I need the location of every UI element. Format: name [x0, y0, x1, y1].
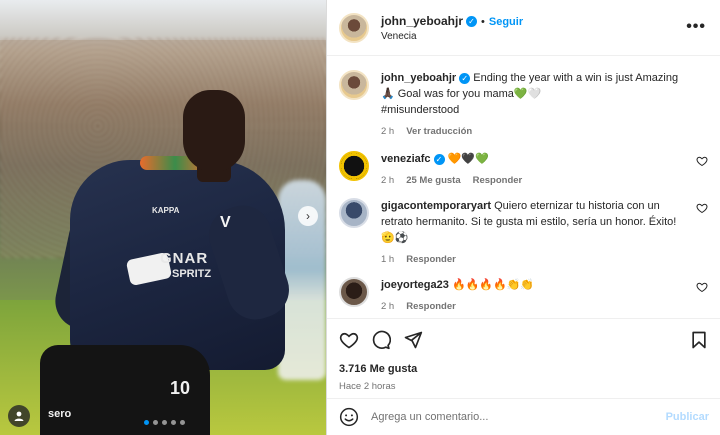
comment-meta: 2 h 25 Me gusta Responder	[381, 175, 684, 186]
shorts-number: 10	[170, 378, 191, 398]
comment-username[interactable]: joeyortega23	[381, 279, 449, 291]
likes-count[interactable]: 3.716 Me gusta	[339, 363, 709, 375]
comment-bubble-icon[interactable]	[371, 330, 391, 350]
comment-text-block: gigacontemporaryart Quiero eternizar tu …	[381, 198, 684, 246]
shirt-brand: KAPPA	[152, 206, 180, 215]
comment-username[interactable]: gigacontemporaryart	[381, 200, 491, 212]
comment-text: 🔥🔥🔥🔥👏👏	[451, 279, 535, 291]
caption-body: john_yeboahjr ✓ Ending the year with a wi…	[381, 70, 708, 137]
shirt-crest: V	[220, 214, 231, 231]
commenter-avatar[interactable]	[339, 151, 369, 181]
post-actions: 3.716 Me gusta Hace 2 horas	[327, 318, 720, 392]
comment-input[interactable]	[371, 411, 666, 423]
carousel-dot	[171, 420, 176, 425]
reply-button[interactable]: Responder	[473, 175, 523, 186]
emoji-smiley-icon[interactable]	[339, 407, 359, 427]
comment-text-block: veneziafc ✓ 🧡🖤💚	[381, 151, 684, 167]
save-bookmark-icon[interactable]	[689, 330, 709, 350]
shirt-sponsor-sub: SPRITZ	[172, 268, 212, 280]
carousel-dot	[153, 420, 158, 425]
comment-meta: 2 h Responder	[381, 301, 684, 312]
comment-time[interactable]: 2 h	[381, 301, 394, 312]
tagged-user-icon[interactable]	[8, 405, 30, 427]
comment-body: veneziafc ✓ 🧡🖤💚 2 h 25 Me gusta Responder	[381, 151, 708, 186]
comment-username[interactable]: veneziafc	[381, 153, 431, 165]
separator-dot: •	[481, 15, 485, 28]
publish-button[interactable]: Publicar	[666, 411, 709, 423]
verified-badge-icon: ✓	[466, 16, 478, 28]
player-head	[183, 90, 245, 172]
see-translation-link[interactable]: Ver traducción	[406, 126, 472, 137]
carousel-dot	[180, 420, 185, 425]
caption-time[interactable]: 2 h	[381, 126, 394, 137]
like-comment-heart-icon[interactable]	[696, 281, 708, 293]
carousel-dot	[144, 420, 149, 425]
author-username[interactable]: john_yeboahjr	[381, 14, 463, 28]
shirt-sponsor: GNAR	[160, 250, 209, 267]
comment-row: joeyortega23 🔥🔥🔥🔥👏👏 2 h Responder	[327, 277, 720, 312]
like-comment-heart-icon[interactable]	[696, 202, 708, 214]
comment-composer: Publicar	[327, 398, 720, 435]
carousel-dot	[162, 420, 167, 425]
shorts-brand: sero	[48, 408, 72, 420]
caption-row: john_yeboahjr ✓ Ending the year with a wi…	[327, 70, 720, 137]
author-info: john_yeboahjr ✓ • Seguir Venecia	[381, 14, 523, 42]
caption-text-block: john_yeboahjr ✓ Ending the year with a wi…	[381, 70, 684, 102]
like-heart-icon[interactable]	[339, 330, 359, 350]
post-side-panel: john_yeboahjr ✓ • Seguir Venecia ••• john_y…	[326, 0, 720, 435]
comment-time[interactable]: 2 h	[381, 175, 394, 186]
caption-username[interactable]: john_yeboahjr	[381, 72, 456, 84]
comment-row: veneziafc ✓ 🧡🖤💚 2 h 25 Me gusta Responder	[327, 151, 720, 186]
photo-sky	[0, 0, 326, 40]
like-comment-heart-icon[interactable]	[696, 155, 708, 167]
comment-text-block: joeyortega23 🔥🔥🔥🔥👏👏	[381, 277, 684, 293]
carousel-next-button[interactable]: ›	[298, 206, 318, 226]
comment-meta: 1 h Responder	[381, 254, 684, 265]
comment-body: joeyortega23 🔥🔥🔥🔥👏👏 2 h Responder	[381, 277, 708, 312]
commenter-avatar[interactable]	[339, 198, 369, 228]
reply-button[interactable]: Responder	[406, 301, 456, 312]
comment-row: gigacontemporaryart Quiero eternizar tu …	[327, 198, 720, 265]
post-photo[interactable]: KAPPA V GNAR SPRITZ 10 sero ›	[0, 0, 326, 435]
post-timestamp: Hace 2 horas	[339, 381, 396, 392]
comment-body: gigacontemporaryart Quiero eternizar tu …	[381, 198, 708, 265]
comment-time[interactable]: 1 h	[381, 254, 394, 265]
comment-text: 🧡🖤💚	[447, 153, 489, 165]
verified-badge-icon: ✓	[433, 153, 445, 165]
action-icons	[339, 327, 709, 353]
comment-likes[interactable]: 25 Me gusta	[406, 175, 460, 186]
post-header: john_yeboahjr ✓ • Seguir Venecia •••	[327, 0, 720, 56]
more-options-icon[interactable]: •••	[686, 18, 706, 36]
post-location[interactable]: Venecia	[381, 31, 523, 42]
caption-hashtag[interactable]: #misunderstood	[381, 102, 684, 118]
carousel-indicator	[144, 420, 185, 425]
share-paper-plane-icon[interactable]	[403, 330, 423, 350]
caption-meta: 2 h Ver traducción	[381, 126, 684, 137]
verified-badge-icon: ✓	[459, 72, 471, 84]
commenter-avatar[interactable]	[339, 277, 369, 307]
follow-button[interactable]: Seguir	[489, 16, 523, 28]
person-icon	[14, 411, 24, 421]
reply-button[interactable]: Responder	[406, 254, 456, 265]
author-avatar[interactable]	[339, 70, 369, 100]
author-avatar[interactable]	[339, 12, 369, 43]
comments-list: john_yeboahjr ✓ Ending the year with a wi…	[327, 56, 720, 314]
